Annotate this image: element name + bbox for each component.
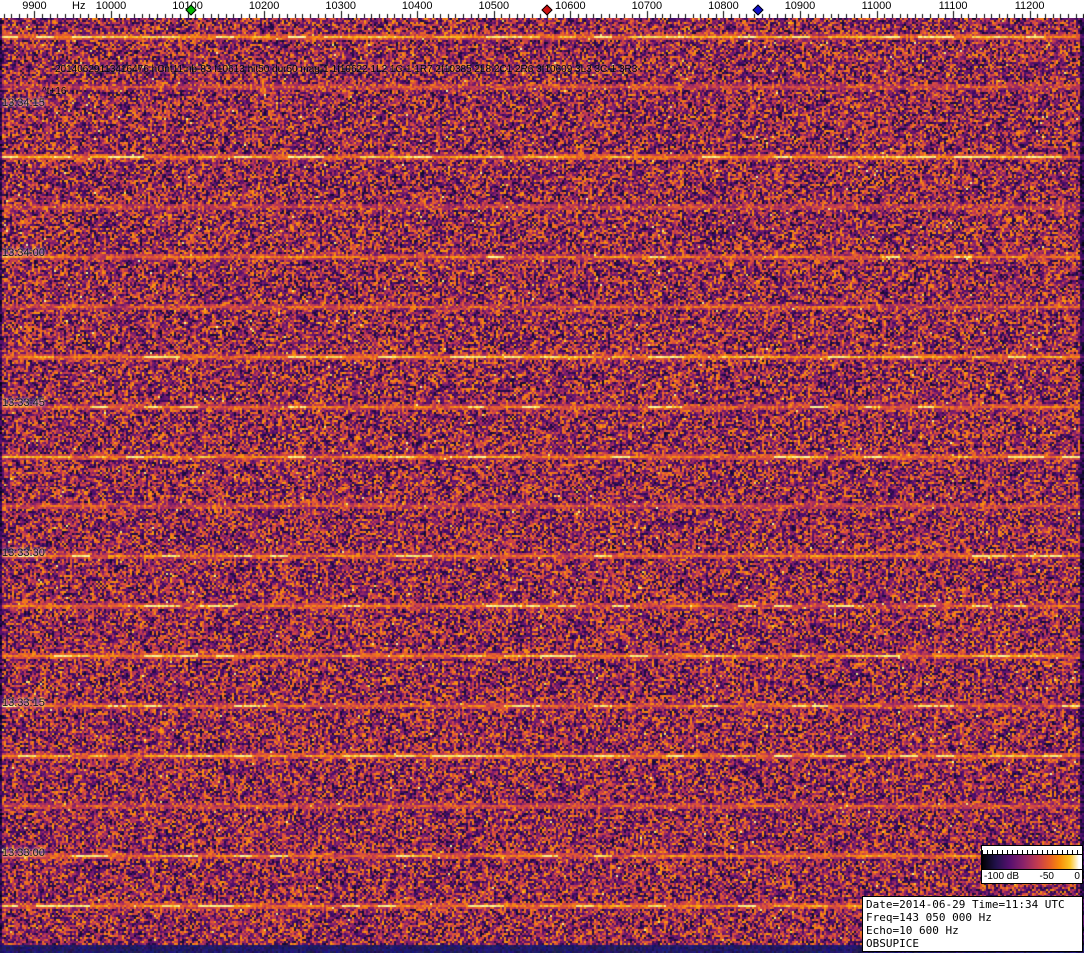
info-frequency: Freq=143 050 000 Hz: [866, 911, 992, 924]
colorbar-gradient: [981, 854, 1083, 870]
info-echo-freq: Echo=10 600 Hz: [866, 924, 959, 937]
time-tick-label: 13:33:30: [2, 547, 45, 559]
freq-tick-label: 10500: [478, 0, 510, 12]
detection-info-text: 20140629113416476 hCnt11 nb-83 f10613 hi…: [55, 64, 638, 75]
freq-tick-label: 10000: [95, 0, 127, 12]
info-date-time: Date=2014-06-29 Time=11:34 UTC: [866, 898, 1065, 911]
freq-tick-label: 10900: [784, 0, 816, 12]
freq-tick-label: 10700: [631, 0, 663, 12]
info-station-name: OBSUPICE: [866, 937, 919, 950]
observation-info-box: Date=2014-06-29 Time=11:34 UTC Freq=143 …: [862, 896, 1083, 952]
freq-tick-label: 10400: [401, 0, 433, 12]
time-tick-label: 13:34:00: [2, 247, 45, 259]
freq-tick-label: 11100: [938, 0, 968, 12]
colorbar-tick-ruler: [981, 845, 1083, 854]
time-tick-label: 13:33:00: [2, 847, 45, 859]
delta-t-label: ^t+16: [42, 86, 67, 97]
freq-unit-label: Hz: [72, 0, 86, 12]
colorbar-max-label: 0: [1074, 871, 1080, 882]
time-tick-label: 13:33:15: [2, 697, 45, 709]
colorbar-mid-label: -50: [1039, 871, 1054, 882]
freq-tick-label: 10600: [555, 0, 586, 12]
freq-tick-label: 10200: [248, 0, 280, 12]
time-tick-label: 13:33:45: [2, 397, 45, 409]
freq-tick-label: 10800: [708, 0, 739, 12]
db-color-scale: -100 dB -50 0: [981, 845, 1083, 884]
meteor-spectrogram-app: 9900100001010010200103001040010500106001…: [0, 0, 1084, 953]
time-tick-label: 13:34:15: [2, 97, 45, 109]
colorbar-min-label: -100 dB: [984, 871, 1020, 882]
waterfall-spectrogram[interactable]: [0, 18, 1084, 953]
freq-tick-label: 11200: [1014, 0, 1045, 12]
freq-tick-label: 10300: [325, 0, 356, 12]
colorbar-labels: -100 dB -50 0: [981, 870, 1083, 884]
freq-tick-label: 11000: [861, 0, 892, 12]
freq-tick-label: 9900: [22, 0, 47, 12]
frequency-ruler[interactable]: 9900100001010010200103001040010500106001…: [0, 0, 1084, 18]
